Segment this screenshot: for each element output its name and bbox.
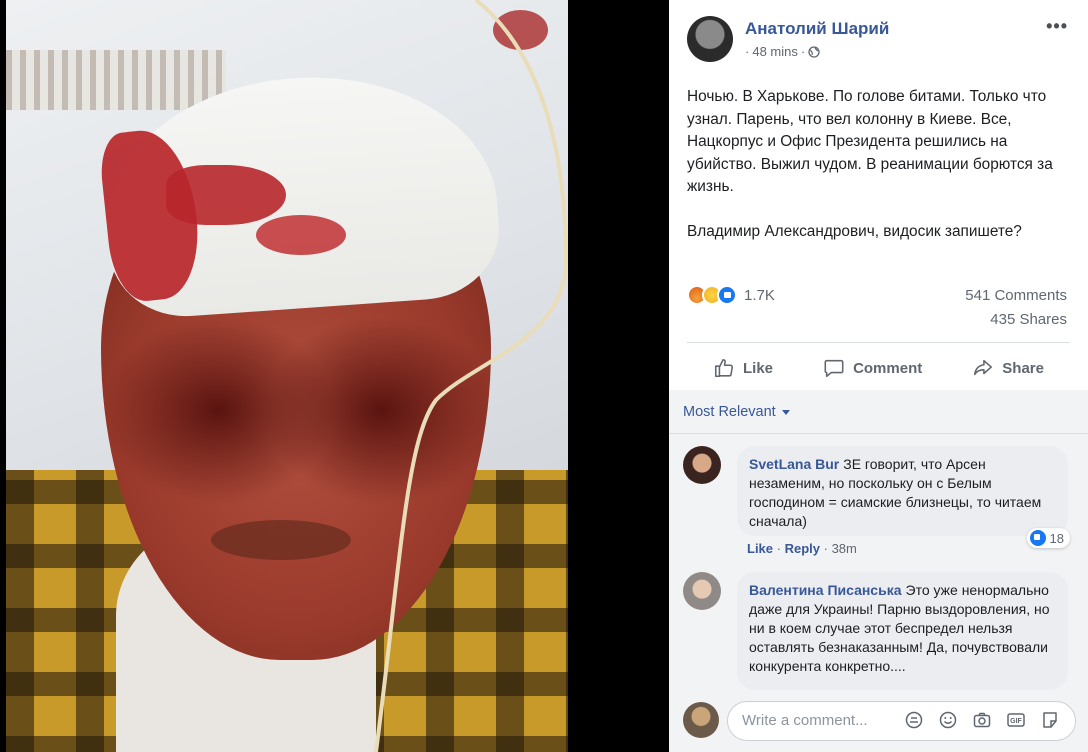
caret-down-icon <box>781 409 790 415</box>
share-label: Share <box>1002 359 1044 377</box>
sep-dot: · <box>823 541 832 556</box>
share-arrow-icon <box>974 359 993 376</box>
like-button[interactable]: Like <box>713 348 773 388</box>
comment-reply-link[interactable]: Reply <box>785 541 820 556</box>
svg-text:GIF: GIF <box>1010 718 1022 725</box>
post-paragraph: Ночью. В Харькове. По голове битами. Тол… <box>687 88 1053 195</box>
post-time[interactable]: 48 mins <box>752 44 798 59</box>
post-stats: 1.7K 541 Comments 435 Shares <box>687 283 1067 333</box>
sort-label: Most Relevant <box>683 404 776 420</box>
photo-pillow-stripe <box>6 50 226 110</box>
camera-icon[interactable] <box>972 710 992 730</box>
comment-item: Валентина Писанська Это уже ненормально д… <box>681 572 1068 692</box>
comment-item: SvetLana Bur ЗЕ говорит, что Арсен незаме… <box>681 446 1070 566</box>
sticker-icon[interactable] <box>904 710 924 730</box>
post-header: Анатолий Шарий · 48 mins · ••• <box>687 14 1076 64</box>
commenter-avatar[interactable] <box>683 446 721 484</box>
divider <box>669 433 1088 434</box>
shares-count[interactable]: 435 Shares <box>990 311 1067 328</box>
commenter-avatar[interactable] <box>683 572 721 610</box>
post-paragraph: Владимир Александрович, видосик запишете… <box>687 222 1022 240</box>
comment-like-count[interactable]: 18 <box>1026 528 1070 548</box>
comment-author[interactable]: SvetLana Bur <box>749 456 839 472</box>
comment-label: Comment <box>853 359 923 377</box>
comment-button[interactable]: Comment <box>823 348 922 388</box>
comments-count[interactable]: 541 Comments <box>965 287 1067 304</box>
post-panel: Анатолий Шарий · 48 mins · ••• Ночью. В … <box>669 0 1088 752</box>
current-user-avatar[interactable] <box>683 702 719 738</box>
share-button[interactable]: Share <box>972 348 1044 388</box>
meta-dot: · <box>800 44 806 59</box>
comment-composer: Write a comment... GIF <box>681 700 1076 742</box>
meta-dot: · <box>745 44 750 59</box>
globe-icon[interactable] <box>808 45 820 58</box>
comment-sort-dropdown[interactable]: Most Relevant <box>683 404 790 420</box>
sep-dot: · <box>776 541 785 556</box>
comments-section: Most Relevant SvetLana Bur ЗЕ говорит, чт… <box>669 390 1088 752</box>
like-reaction-icon <box>1029 530 1046 546</box>
emoji-icon[interactable] <box>938 710 958 730</box>
comment-author[interactable]: Валентина Писанська <box>749 582 902 598</box>
comment-time[interactable]: 38m <box>832 541 857 556</box>
thumbs-up-icon <box>714 358 734 378</box>
reactions-summary[interactable]: 1.7K <box>687 285 775 305</box>
speech-bubble-icon <box>824 359 844 378</box>
post-actions: Like Comment Share <box>687 348 1070 388</box>
photo-mouth <box>211 520 351 560</box>
photo-blood-stain <box>493 10 548 50</box>
post-text: Ночью. В Харькове. По голове битами. Тол… <box>687 86 1071 265</box>
like-label: Like <box>743 359 774 377</box>
reaction-count[interactable]: 1.7K <box>744 287 775 304</box>
comment-actions: Like · Reply · 38m <box>747 541 857 556</box>
comment-like-link[interactable]: Like <box>747 541 773 556</box>
more-options-icon[interactable]: ••• <box>1046 16 1068 37</box>
post-meta: · 48 mins · <box>745 44 820 59</box>
gif-icon[interactable]: GIF <box>1006 710 1026 730</box>
comment-bubble: SvetLana Bur ЗЕ говорит, что Арсен незаме… <box>737 446 1068 536</box>
author-name[interactable]: Анатолий Шарий <box>745 19 889 39</box>
photo-blood-stain <box>256 215 346 255</box>
comment-likes: 18 <box>1049 530 1064 546</box>
comment-bubble: Валентина Писанська Это уже ненормально д… <box>737 572 1068 690</box>
author-avatar[interactable] <box>687 16 733 62</box>
composer-icons: GIF <box>904 710 1060 730</box>
post-photo[interactable] <box>6 0 568 752</box>
sticker-peel-icon[interactable] <box>1040 710 1060 730</box>
photo-blood-stain <box>166 165 286 225</box>
divider <box>687 342 1070 343</box>
like-reaction-icon <box>717 285 737 305</box>
